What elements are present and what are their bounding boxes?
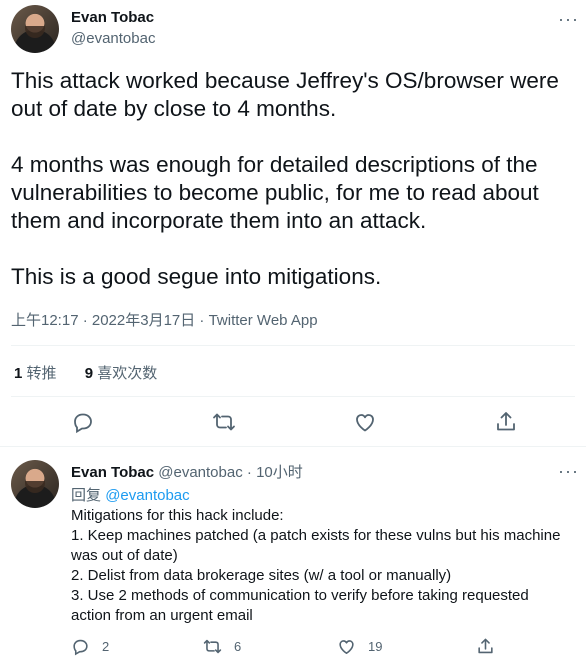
retweet-count: 6 [234,639,242,654]
tweet-text: This attack worked because Jeffrey's OS/… [11,67,581,291]
reply-time[interactable]: 10小时 [256,464,303,481]
retweets-count: 1 [14,365,23,382]
author-name[interactable]: Evan Tobac [71,464,154,481]
replying-to: 回复 @evantobac [71,484,190,505]
retweet-icon[interactable] [212,410,236,434]
reply-line: 3. Use 2 methods of communication to ver… [71,587,529,624]
divider [11,396,575,397]
retweets-label: 转推 [26,365,57,382]
author-name[interactable]: Evan Tobac [71,9,154,26]
reply-text: Mitigations for this hack include: 1. Ke… [71,506,571,626]
reply-icon[interactable] [71,410,95,434]
retweets-stat[interactable]: 1 转推 [14,365,57,382]
retweet-icon [203,639,222,654]
author-handle[interactable]: @evantobac [71,30,155,47]
divider [11,345,575,346]
tweet-paragraph: 4 months was enough for detailed descrip… [11,152,539,233]
reply-count: 2 [102,639,110,654]
header-separator: · [246,464,252,481]
reply-line: 1. Keep machines patched (a patch exists… [71,527,561,564]
author-handle[interactable]: @evantobac [158,464,242,481]
reply-actions: 2 6 19 [71,637,511,657]
reply-line: 2. Delist from data brokerage sites (w/ … [71,567,452,584]
tweet-paragraph: This attack worked because Jeffrey's OS/… [11,68,559,121]
share-button[interactable] [476,637,495,656]
more-options-icon[interactable]: ··· [558,10,579,28]
avatar[interactable] [11,5,59,53]
reply-icon [73,639,88,656]
share-icon[interactable] [494,410,518,434]
like-icon [339,640,354,655]
likes-label: 喜欢次数 [97,365,158,382]
reply-line: Mitigations for this hack include: [71,507,284,524]
reply-button[interactable]: 2 [71,637,109,656]
tweet-stats: 1 转推 9 喜欢次数 [14,362,171,383]
likes-count: 9 [84,365,94,382]
like-button[interactable]: 19 [337,637,382,656]
more-options-icon[interactable]: ··· [558,462,579,480]
retweet-button[interactable]: 6 [203,637,241,656]
likes-stat[interactable]: 9 喜欢次数 [85,365,158,382]
tweet-timestamp[interactable]: 上午12:17 · 2022年3月17日 · Twitter Web App [11,309,318,330]
avatar[interactable] [11,460,59,508]
like-count: 19 [368,639,383,654]
tweet-separator [0,446,586,447]
tweet-paragraph: This is a good segue into mitigations. [11,264,382,289]
tweet-actions [0,410,586,436]
replying-to-link[interactable]: @evantobac [105,487,189,504]
share-icon [478,638,493,654]
replying-label: 回复 [71,487,102,504]
reply-header: Evan Tobac @evantobac · 10小时 [71,461,303,482]
like-icon[interactable] [353,410,377,434]
